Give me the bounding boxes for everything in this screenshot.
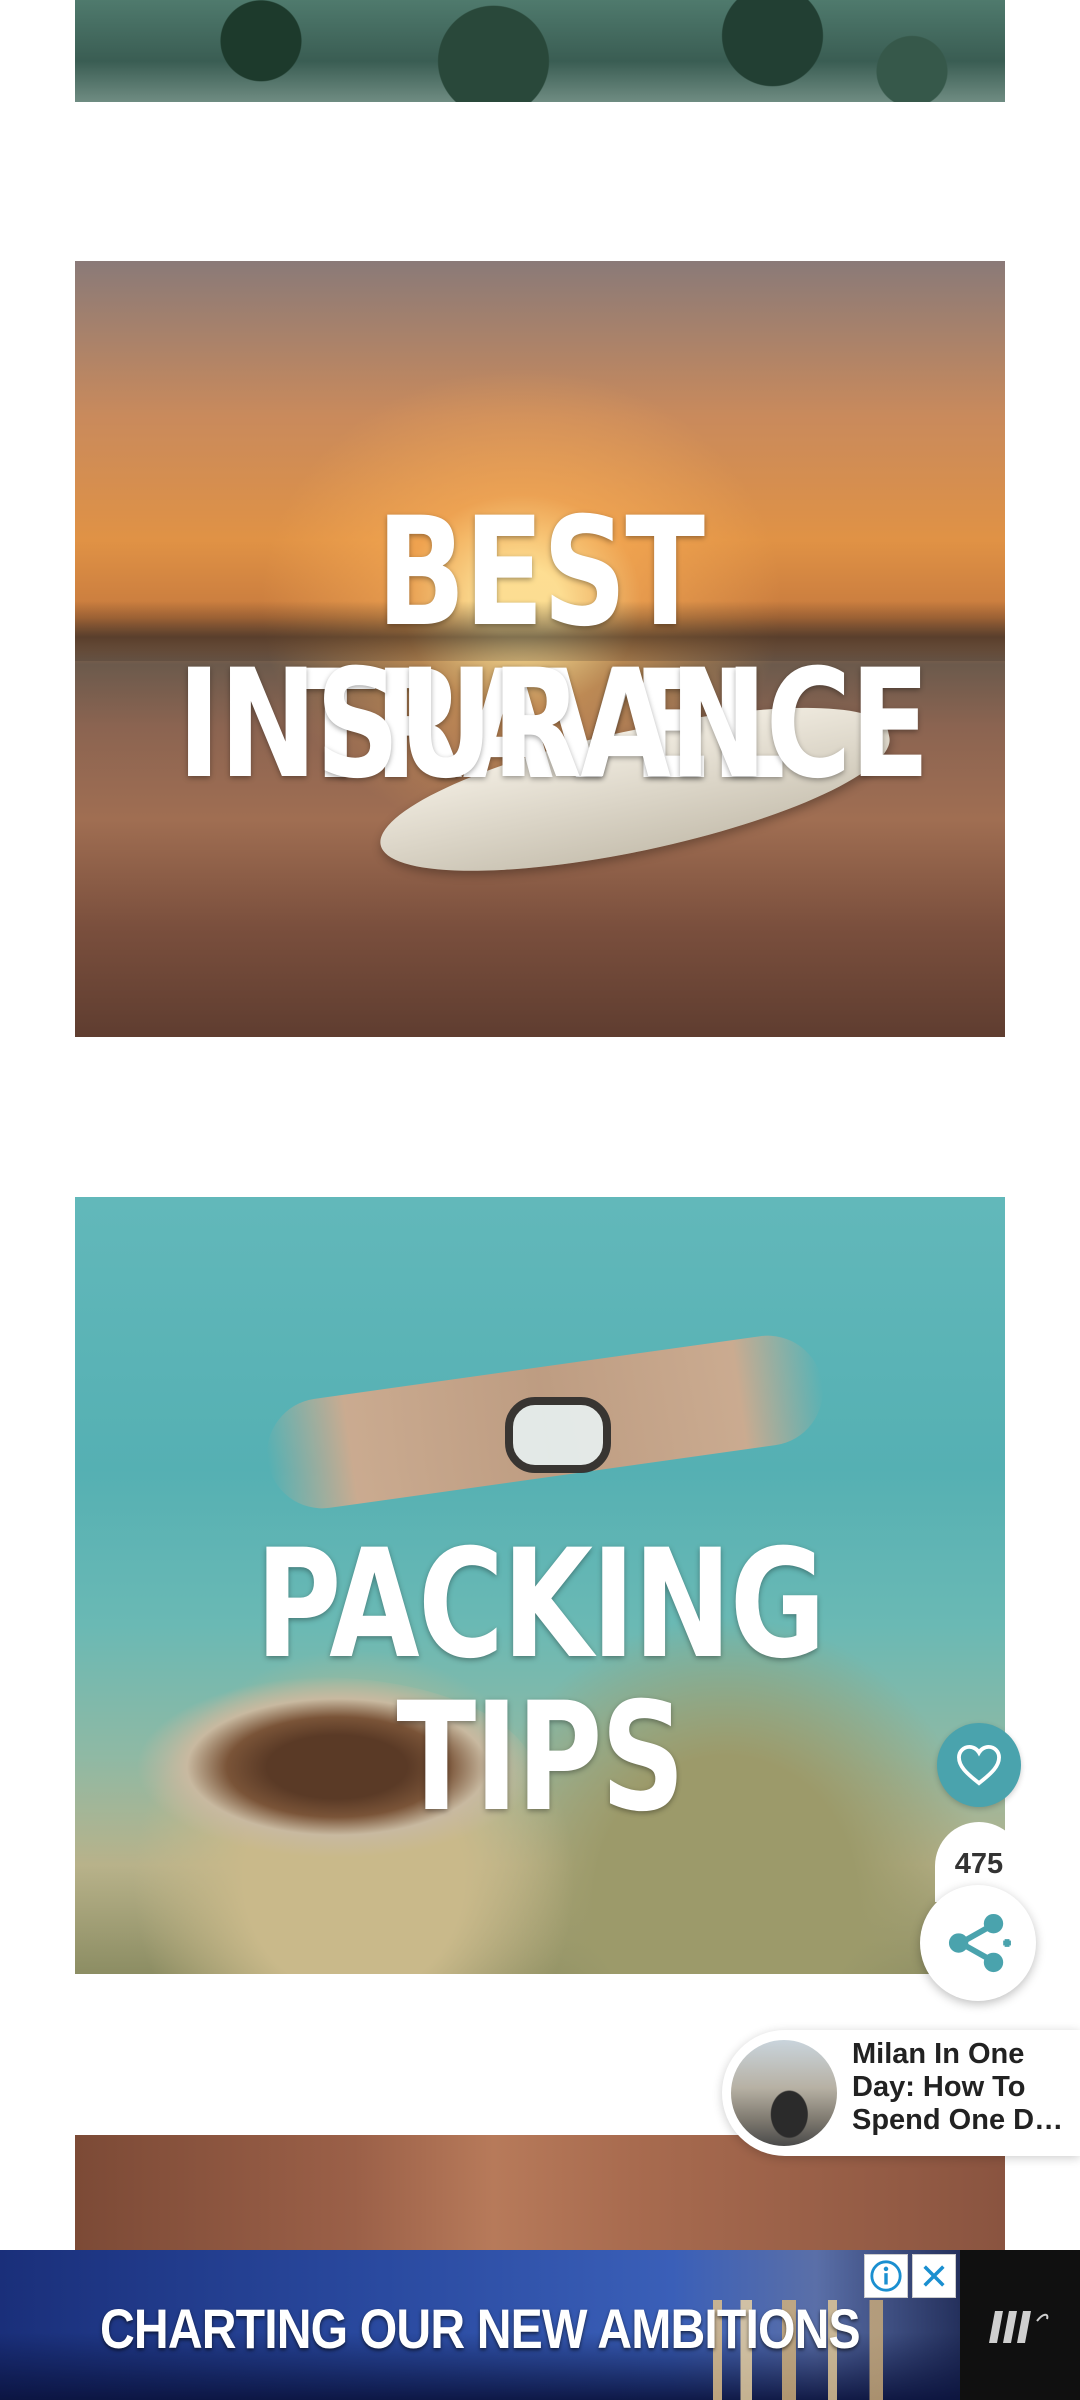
reef-image[interactable] (75, 0, 1005, 102)
ad-headline: CHARTING OUR NEW AMBITIONS (100, 2297, 861, 2360)
heart-icon (957, 1744, 1001, 1786)
related-post-thumbnail (728, 2037, 840, 2149)
ad-info-button[interactable] (864, 2254, 908, 2298)
share-count: 475 (954, 1848, 1004, 1880)
close-icon (923, 2265, 945, 2287)
ad-creative[interactable]: CHARTING OUR NEW AMBITIONS (0, 2250, 960, 2400)
related-post-title: Milan In One Day: How To Spend One Day I… (852, 2038, 1067, 2136)
snorkel-mask-graphic (505, 1397, 611, 1473)
insurance-caption-line2: INSURANCE (177, 638, 930, 812)
ad-close-button[interactable] (912, 2254, 956, 2298)
share-button[interactable] (920, 1885, 1036, 2001)
packing-tips-image[interactable]: PACKING TIPS (75, 1197, 1005, 1974)
ad-banner[interactable]: CHARTING OUR NEW AMBITIONS (0, 2250, 1080, 2400)
ad-side-panel[interactable] (960, 2250, 1080, 2400)
related-post-card[interactable]: Milan In One Day: How To Spend One Day I… (722, 2030, 1080, 2156)
best-travel-insurance-image[interactable]: BEST TRAVEL INSURANCE (75, 261, 1005, 1037)
share-icon (948, 1913, 1011, 1973)
favorite-button[interactable] (937, 1723, 1021, 1807)
info-icon (870, 2260, 902, 2292)
ad-logo-icon (989, 2311, 1049, 2343)
packing-caption: PACKING TIPS (255, 1518, 826, 1845)
